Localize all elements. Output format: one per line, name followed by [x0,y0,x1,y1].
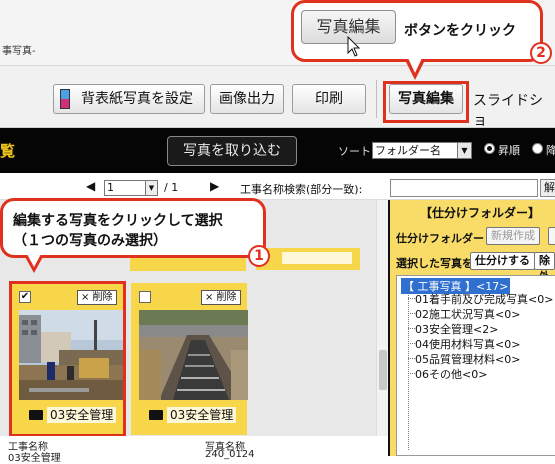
photo-edit-highlight [383,81,469,123]
photo-card[interactable]: × 削除 03安全管理 [131,283,248,435]
chevron-down-icon: ▼ [457,143,471,158]
folder-label: 03安全管理 [139,405,247,425]
photo-name-value: 240_0124 [205,449,255,460]
delete-button[interactable]: × 削除 [201,290,241,305]
tree-line [408,373,415,374]
folder-tree[interactable]: 【 工事写真 】<17> 01着手前及び完成写真<0> 02施工状況写真<0> … [396,275,555,456]
selected-photos-label: 選択した写真を [396,257,473,270]
step1-text-line1: 編集する写真をクリックして選択 [13,213,223,229]
print-button[interactable]: 印刷 [292,84,366,114]
callout-pointer-inner [27,254,41,267]
step1-number-badge: 1 [248,245,270,267]
toolbar: 背表紙写真を設定 画像出力 印刷 写真編集 スライドショ [0,66,555,130]
folder-edit-button[interactable] [548,227,555,245]
set-spine-photo-button[interactable]: 背表紙写真を設定 [53,84,205,114]
scrollbar-thumb[interactable] [379,350,387,390]
image-output-button[interactable]: 画像出力 [210,84,284,114]
selected-photo-highlight [9,281,126,437]
spine-photo-icon [60,89,70,109]
sort-folder-header: 【仕分けフォルダー】 [419,206,540,220]
photo-card-partial [256,248,360,270]
mouse-cursor-icon [347,36,361,57]
tree-line [408,358,415,359]
descending-label: 降 [546,144,555,157]
sort-photos-button[interactable]: 仕分けする [470,252,535,270]
exclude-button[interactable]: 除外 [534,252,555,283]
photo-info-bar: 工事名称 03安全管理 写真名称 240_0124 [0,436,388,464]
tree-item[interactable]: 02施工状況写真<0> [415,306,520,322]
construction-photo [139,310,248,400]
ascending-radio[interactable] [484,143,495,154]
folder-label-strip [282,252,352,264]
sort-select[interactable]: フォルダー名 ▼ [372,142,472,159]
folder-name: 03安全管理 [167,407,237,423]
set-spine-photo-label: 背表紙写真を設定 [81,91,193,107]
toolbar-separator [376,80,377,118]
step1-callout: 編集する写真をクリックして選択 （１つの写真のみ選択） [0,198,266,258]
tree-item[interactable]: 06その他<0> [415,366,487,382]
sort-folder-panel: 【仕分けフォルダー】 仕分けフォルダー 新規作成 選択した写真を 仕分けする 除… [388,200,555,456]
sort-select-value: フォルダー名 [375,144,441,157]
next-page-button[interactable]: ▶ [210,179,219,193]
new-folder-button[interactable]: 新規作成 [486,227,540,245]
prev-page-button[interactable]: ◀ [86,179,95,193]
tree-line [408,298,415,299]
search-clear-button[interactable]: 解 [540,179,555,197]
step2-text: ボタンをクリック [404,23,516,39]
page-select-value: 1 [107,181,114,194]
sort-folder-label: 仕分けフォルダー [396,232,484,245]
page-select[interactable]: 1 ▼ [104,180,158,196]
construction-name-value: 03安全管理 [8,453,61,464]
tree-item[interactable]: 03安全管理<2> [415,321,498,337]
tree-line [408,343,415,344]
slideshow-button[interactable]: スライドショ [473,90,555,130]
tree-item[interactable]: 05品質管理材料<0> [415,351,520,367]
import-photos-button[interactable]: 写真を取り込む [167,136,297,166]
search-label: 工事名称検索(部分一致): [240,183,363,196]
tree-item[interactable]: 04使用材料写真<0> [415,336,520,352]
chevron-down-icon: ▼ [145,181,157,195]
photo-checkbox[interactable] [139,291,151,303]
tree-line [408,328,415,329]
page-nav: ◀ 1 ▼ / 1 ▶ 工事名称検索(部分一致): 解 [0,173,555,200]
callout-pointer-inner [408,58,422,73]
step2-number-badge: 2 [530,42,552,64]
tree-line [408,313,415,314]
search-input[interactable] [390,179,538,197]
ascending-label: 昇順 [498,144,520,157]
import-bar: 覧 写真を取り込む ソート フォルダー名 ▼ 昇順 降 [0,128,555,173]
window-title: 事写真- [2,46,36,57]
page-total: / 1 [164,181,179,194]
grid-scrollbar[interactable] [376,200,388,456]
descending-radio[interactable] [532,143,543,154]
folder-icon [149,410,163,420]
section-title: 覧 [0,142,16,160]
tree-item[interactable]: 01着手前及び完成写真<0> [415,291,553,307]
sort-label: ソート [338,145,371,158]
step1-text-line2: （１つの写真のみ選択） [13,233,167,249]
